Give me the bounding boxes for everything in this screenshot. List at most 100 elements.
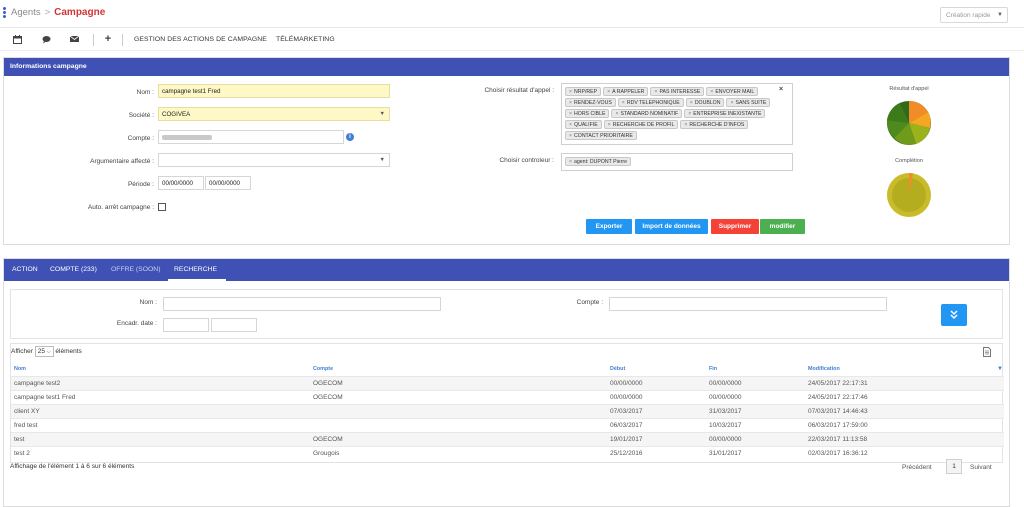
- selected-tag[interactable]: × RDV TELEPHONIQUE: [617, 98, 684, 107]
- table-row[interactable]: campagne test1 Fred OGECOM 00/00/0000 00/00…: [11, 390, 1004, 404]
- clear-icon[interactable]: ×: [779, 86, 783, 93]
- plus-icon[interactable]: +: [102, 33, 114, 45]
- tab-compte[interactable]: COMPTE (233): [50, 266, 97, 273]
- mail-icon[interactable]: [68, 35, 80, 45]
- remove-tag-icon[interactable]: ×: [730, 100, 733, 106]
- menu-icon[interactable]: [3, 7, 6, 18]
- societe-label: Société :: [128, 112, 154, 119]
- selected-tag[interactable]: × STANDARD NOMINATIF: [611, 109, 683, 118]
- societe-select[interactable]: COGIVEA ▼: [158, 107, 390, 121]
- remove-tag-icon[interactable]: ×: [569, 159, 572, 165]
- calendar-icon[interactable]: [11, 35, 23, 45]
- column-header-label: Modification: [808, 366, 840, 372]
- argumentaire-select[interactable]: ▼: [158, 153, 390, 167]
- selected-tag[interactable]: × RENDEZ-VOUS: [565, 98, 616, 107]
- periode-start-input[interactable]: 00/00/0000: [158, 176, 204, 190]
- selected-tag[interactable]: × RECHERCHE D'INFOS: [680, 120, 749, 129]
- column-header-modification[interactable]: Modification: [808, 366, 840, 372]
- export-file-icon[interactable]: [983, 347, 991, 357]
- selected-tag[interactable]: × CONTACT PRIORITAIRE: [565, 131, 637, 140]
- remove-tag-icon[interactable]: ×: [569, 89, 572, 95]
- selected-tag[interactable]: × RECHERCHE DE PROFIL: [603, 120, 679, 129]
- remove-tag-icon[interactable]: ×: [688, 111, 691, 117]
- search-compte-input[interactable]: [609, 297, 887, 311]
- selected-tag[interactable]: × NRP/REP: [565, 87, 602, 96]
- remove-tag-icon[interactable]: ×: [684, 122, 687, 128]
- selected-tag[interactable]: × PAS INTERESSE: [650, 87, 705, 96]
- remove-tag-icon[interactable]: ×: [569, 100, 572, 106]
- table-row[interactable]: campagne test2 OGECOM 00/00/0000 00/00/0000…: [11, 376, 1004, 390]
- column-header-nom[interactable]: Nom: [14, 366, 26, 372]
- periode-end-input[interactable]: 00/00/0000: [205, 176, 251, 190]
- table-row[interactable]: test OGECOM 19/01/2017 00/00/0000 22/03/2017…: [11, 432, 1004, 446]
- selected-tag[interactable]: × HORS CIBLE: [565, 109, 610, 118]
- selected-tag[interactable]: × DOUBLON: [685, 98, 725, 107]
- pagination-page-1[interactable]: 1: [946, 459, 962, 474]
- table-cell: campagne test2: [14, 380, 61, 387]
- resultat-tags-input[interactable]: × NRP/REP × A RAPPELER × PAS INTERESSE × ENVOYE…: [561, 83, 793, 145]
- pagination-previous[interactable]: Précédent: [902, 464, 932, 471]
- chat-icon[interactable]: [40, 35, 52, 45]
- remove-tag-icon[interactable]: ×: [608, 122, 611, 128]
- modify-button[interactable]: modifier: [760, 219, 805, 234]
- breadcrumb: Agents > Campagne: [11, 7, 105, 18]
- selected-tag[interactable]: × ENVOYER MAIL: [706, 87, 759, 96]
- selected-tag[interactable]: × A RAPPELER: [603, 87, 649, 96]
- quick-create-select[interactable]: Création rapide ▼: [940, 7, 1008, 23]
- toolbar-divider: [122, 34, 123, 46]
- campaign-actions-link[interactable]: GESTION DES ACTIONS DE CAMPAGNE: [134, 36, 267, 43]
- import-button[interactable]: Import de données: [635, 219, 708, 234]
- campaign-info-panel: Informations campagne Nom : campagne tes…: [3, 57, 1010, 245]
- tab-recherche[interactable]: RECHERCHE: [174, 266, 217, 273]
- column-header-fin[interactable]: Fin: [709, 366, 717, 372]
- table-cell: 06/03/2017 17:59:00: [808, 422, 868, 429]
- page-size-select[interactable]: 25 ⌵: [34, 346, 54, 357]
- export-button[interactable]: Exporter: [586, 219, 632, 234]
- remove-tag-icon[interactable]: ×: [607, 89, 610, 95]
- chevron-down-icon: ▼: [997, 12, 1003, 18]
- compte-input[interactable]: [158, 130, 344, 144]
- tab-action[interactable]: ACTION: [12, 266, 38, 273]
- selected-tag[interactable]: × ENTREPRISE INEXISTANTE: [684, 109, 766, 118]
- sort-desc-icon[interactable]: ▼: [997, 366, 1003, 372]
- nom-input[interactable]: campagne test1 Fred: [158, 84, 390, 98]
- show-prefix: Afficher: [11, 348, 33, 355]
- pagination-next[interactable]: Suivant: [970, 464, 992, 471]
- table-cell: OGECOM: [313, 394, 343, 401]
- remove-tag-icon[interactable]: ×: [569, 122, 572, 128]
- selected-tag[interactable]: × agent: DUPONT Pierre: [565, 157, 631, 166]
- search-date-start[interactable]: [163, 318, 209, 332]
- controleur-tags-input[interactable]: × agent: DUPONT Pierre: [561, 153, 793, 171]
- selected-tag[interactable]: × QUALIFIE: [565, 120, 602, 129]
- remove-tag-icon[interactable]: ×: [710, 89, 713, 95]
- tag-label: RECHERCHE DE PROFIL: [612, 122, 675, 128]
- search-date-end[interactable]: [211, 318, 257, 332]
- chevron-down-icon: ▼: [379, 111, 385, 117]
- remove-tag-icon[interactable]: ×: [654, 89, 657, 95]
- tag-label: DOUBLON: [694, 100, 721, 106]
- remove-tag-icon[interactable]: ×: [569, 133, 572, 139]
- table-row[interactable]: test 2 Grougois 25/12/2016 31/01/2017 02/03/…: [11, 446, 1004, 460]
- delete-button[interactable]: Supprimer: [711, 219, 759, 234]
- info-icon[interactable]: i: [346, 133, 354, 141]
- search-nom-input[interactable]: [163, 297, 441, 311]
- tab-offre[interactable]: OFFRE (SOON): [111, 266, 160, 273]
- telemarketing-link[interactable]: TÉLÉMARKETING: [276, 36, 335, 43]
- resultat-label: Choisir résultat d'appel :: [484, 87, 554, 94]
- remove-tag-icon[interactable]: ×: [622, 100, 625, 106]
- remove-tag-icon[interactable]: ×: [690, 100, 693, 106]
- table-cell: 06/03/2017: [610, 422, 643, 429]
- active-tab-indicator: [168, 279, 226, 281]
- remove-tag-icon[interactable]: ×: [569, 111, 572, 117]
- table-row[interactable]: client XY 07/03/2017 31/03/2017 07/03/2017 …: [11, 404, 1004, 418]
- table-cell: 07/03/2017: [610, 408, 643, 415]
- compte-label: Compte :: [127, 135, 154, 142]
- remove-tag-icon[interactable]: ×: [615, 111, 618, 117]
- expand-search-button[interactable]: [941, 304, 967, 326]
- auto-arret-checkbox[interactable]: [158, 203, 166, 211]
- column-header-debut[interactable]: Début: [610, 366, 625, 372]
- breadcrumb-agents[interactable]: Agents: [11, 7, 41, 18]
- column-header-compte[interactable]: Compte: [313, 366, 333, 372]
- selected-tag[interactable]: × SANS SUITE: [726, 98, 771, 107]
- table-row[interactable]: fred test 06/03/2017 10/03/2017 06/03/2017 …: [11, 418, 1004, 432]
